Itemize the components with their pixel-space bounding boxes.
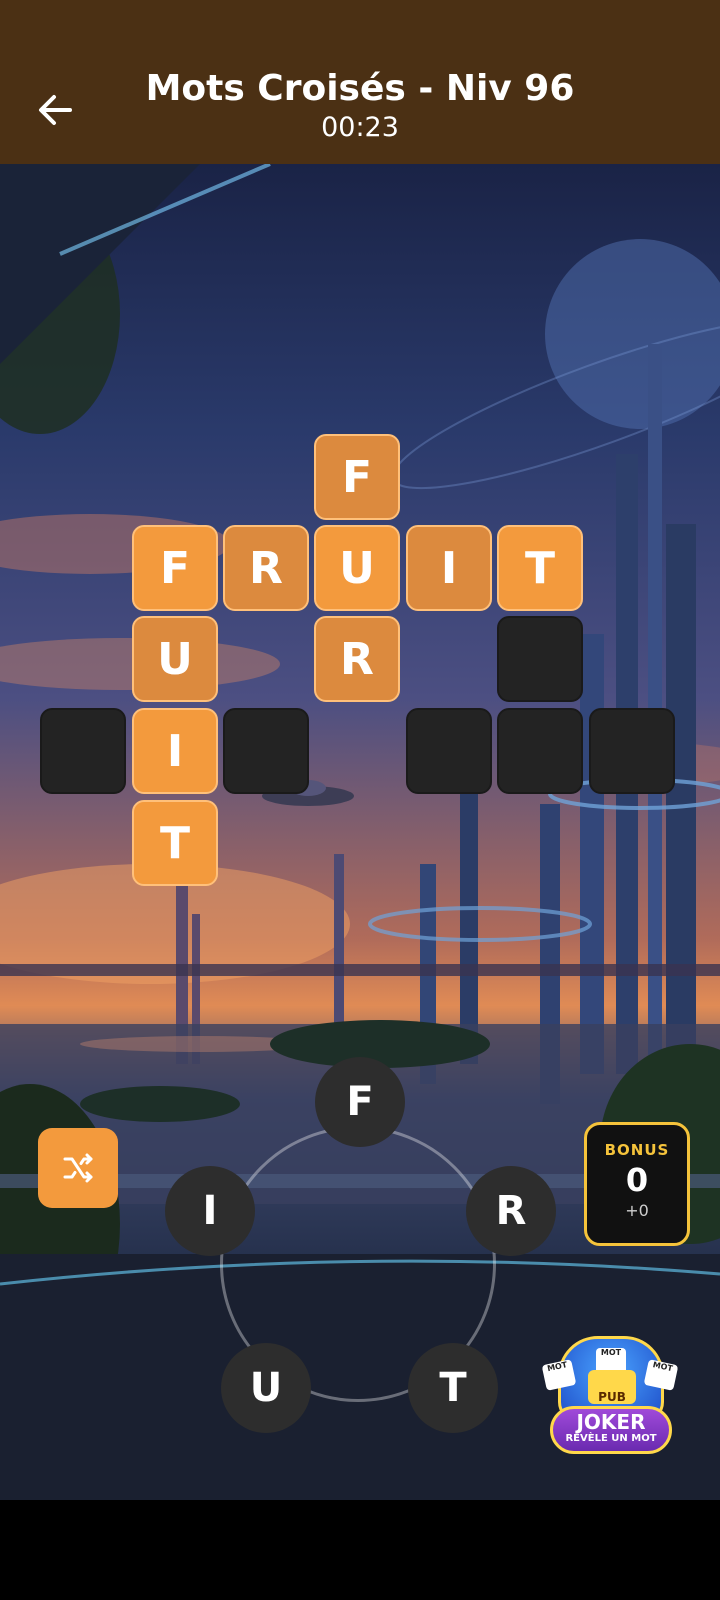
grid-cell: F bbox=[132, 525, 218, 611]
wheel-letter[interactable]: I bbox=[165, 1166, 255, 1256]
grid-cell: T bbox=[132, 800, 218, 886]
grid-cell: I bbox=[132, 708, 218, 794]
ad-ticket-icon: PUB bbox=[588, 1370, 636, 1404]
navigation-bar bbox=[0, 1500, 720, 1600]
bonus-count: 0 bbox=[625, 1161, 649, 1199]
shuffle-button[interactable] bbox=[38, 1128, 118, 1208]
grid-cell-empty bbox=[497, 708, 583, 794]
header-bar: Mots Croisés - Niv 96 00:23 bbox=[0, 60, 720, 164]
pub-label: PUB bbox=[598, 1390, 626, 1404]
joker-subtitle: RÉVÈLE UN MOT bbox=[565, 1433, 657, 1444]
grid-cell: F bbox=[314, 434, 400, 520]
wheel-letter[interactable]: F bbox=[315, 1057, 405, 1147]
bonus-label: BONUS bbox=[604, 1141, 670, 1159]
grid-cell-empty bbox=[406, 708, 492, 794]
grid-cell: U bbox=[314, 525, 400, 611]
bonus-counter[interactable]: BONUS 0 +0 bbox=[584, 1122, 690, 1246]
bonus-increment: +0 bbox=[625, 1201, 649, 1220]
grid-cell-empty bbox=[497, 616, 583, 702]
joker-label-pill: JOKER RÉVÈLE UN MOT bbox=[550, 1406, 672, 1454]
grid-cell: T bbox=[497, 525, 583, 611]
grid-cell-empty bbox=[40, 708, 126, 794]
wheel-letter[interactable]: T bbox=[408, 1343, 498, 1433]
grid-cell: R bbox=[314, 616, 400, 702]
wheel-letter[interactable]: R bbox=[466, 1166, 556, 1256]
joker-button[interactable]: MOT MOT MOT PUB JOKER RÉVÈLE UN MOT bbox=[541, 1336, 679, 1464]
grid-cell: R bbox=[223, 525, 309, 611]
status-bar bbox=[0, 0, 720, 60]
grid-cell: U bbox=[132, 616, 218, 702]
grid-cell-empty bbox=[223, 708, 309, 794]
wheel-letter[interactable]: U bbox=[221, 1343, 311, 1433]
joker-title: JOKER bbox=[576, 1410, 646, 1434]
grid-cell: I bbox=[406, 525, 492, 611]
page-title: Mots Croisés - Niv 96 bbox=[145, 68, 575, 109]
timer: 00:23 bbox=[321, 112, 399, 143]
shuffle-icon bbox=[63, 1153, 93, 1183]
grid-cell-empty bbox=[589, 708, 675, 794]
